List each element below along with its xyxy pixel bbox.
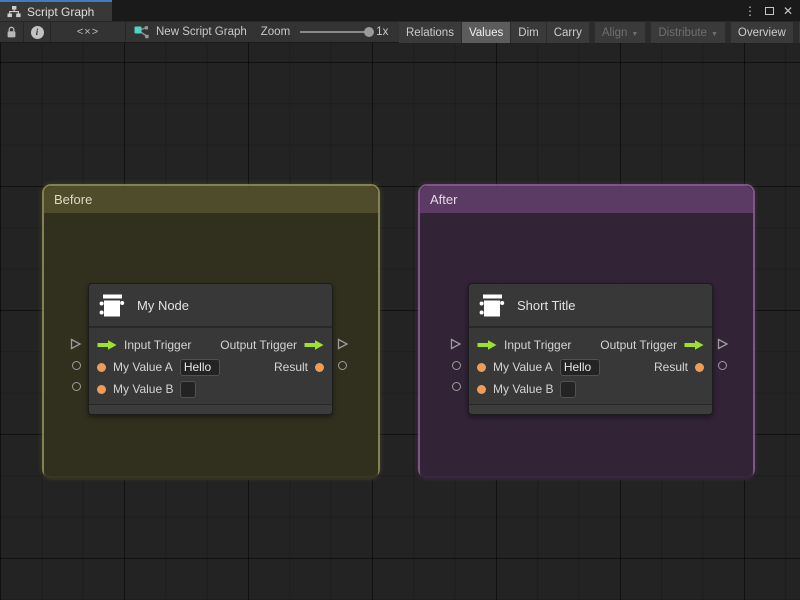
external-flow-out-port[interactable]: [336, 337, 349, 356]
value-port-icon[interactable]: [97, 384, 106, 394]
value-b-label: My Value B: [113, 382, 174, 396]
graph-breadcrumb[interactable]: New Script Graph: [126, 25, 247, 39]
group-after-header[interactable]: After: [420, 186, 753, 213]
relations-button[interactable]: Relations: [399, 22, 461, 44]
result-label: Result: [273, 360, 308, 374]
dim-button[interactable]: Dim: [511, 22, 546, 44]
graph-canvas[interactable]: Before After My Node Input Trigger Outpu…: [0, 43, 800, 600]
external-result-port[interactable]: [718, 361, 727, 370]
node-header[interactable]: Short Title: [469, 284, 712, 328]
node-my-node[interactable]: My Node Input Trigger Output Trigger My …: [88, 283, 333, 415]
value-port-icon[interactable]: [97, 362, 106, 372]
zoom-slider-track[interactable]: [300, 27, 375, 37]
value-b-row: My Value B: [89, 378, 332, 400]
unit-node-icon: [98, 292, 125, 319]
chevron-down-icon: ▼: [631, 30, 639, 38]
group-title: After: [430, 192, 458, 207]
dim-label: Dim: [518, 27, 539, 39]
group-before-header[interactable]: Before: [44, 186, 378, 213]
value-port-icon[interactable]: [477, 384, 486, 394]
value-a-input[interactable]: [559, 358, 600, 376]
info-icon: i: [30, 25, 44, 39]
zoom-label: Zoom: [260, 26, 291, 38]
align-label: Align: [601, 27, 628, 39]
overview-label: Overview: [737, 27, 786, 39]
output-trigger-label: Output Trigger: [600, 338, 677, 352]
node-footer: [469, 404, 712, 414]
trigger-row: Input Trigger Output Trigger: [89, 334, 332, 356]
input-trigger-label: Input Trigger: [504, 338, 572, 352]
external-result-port[interactable]: [338, 361, 347, 370]
toolbar-toggle-group: Relations Values Dim Carry Align ▼ Distr…: [399, 22, 800, 44]
tab-title: Script Graph: [27, 4, 95, 19]
trigger-row: Input Trigger Output Trigger: [469, 334, 712, 356]
node-body: Input Trigger Output Trigger My Value A: [469, 328, 712, 404]
external-value-a-port[interactable]: [72, 361, 81, 370]
node-title: Short Title: [517, 297, 576, 313]
maximize-icon[interactable]: [764, 6, 774, 15]
carry-button[interactable]: Carry: [546, 22, 589, 44]
window-controls: ⋮ ✕: [744, 0, 800, 21]
external-flow-out-port[interactable]: [716, 337, 729, 356]
external-flow-in-port[interactable]: [69, 337, 82, 356]
result-port-icon[interactable]: [315, 362, 324, 372]
relations-label: Relations: [406, 27, 454, 39]
value-a-row: My Value A Result: [469, 356, 712, 378]
graph-name-label: New Script Graph: [156, 26, 247, 38]
unit-node-icon: [478, 292, 505, 319]
node-footer: [89, 404, 332, 414]
code-icon: <×>: [76, 26, 100, 38]
flow-in-arrow-icon[interactable]: [97, 339, 117, 351]
value-b-input[interactable]: [560, 380, 577, 398]
values-label: Values: [468, 27, 504, 39]
script-graph-window: Script Graph ⋮ ✕ i <×> New Script Graph …: [0, 0, 800, 600]
zoom-control: Zoom 1x: [261, 26, 389, 38]
align-dropdown[interactable]: Align ▼: [594, 22, 646, 44]
input-trigger-label: Input Trigger: [124, 338, 192, 352]
output-trigger-label: Output Trigger: [220, 338, 297, 352]
value-a-label: My Value A: [113, 360, 173, 374]
node-body: Input Trigger Output Trigger My Value A: [89, 328, 332, 404]
node-short-title[interactable]: Short Title Input Trigger Output Trigger: [468, 283, 713, 415]
tab-bar: Script Graph ⋮ ✕: [0, 0, 800, 21]
external-value-a-port[interactable]: [452, 361, 461, 370]
flow-in-arrow-icon[interactable]: [477, 339, 497, 351]
flow-out-arrow-icon[interactable]: [684, 339, 704, 351]
value-port-icon[interactable]: [477, 362, 486, 372]
flow-out-arrow-icon[interactable]: [304, 339, 324, 351]
script-graph-icon: [134, 25, 149, 39]
value-a-row: My Value A Result: [89, 356, 332, 378]
chevron-down-icon: ▼: [710, 30, 718, 38]
result-label: Result: [653, 360, 688, 374]
graph-hierarchy-icon: [7, 5, 21, 18]
value-b-input[interactable]: [180, 380, 197, 398]
node-header[interactable]: My Node: [89, 284, 332, 328]
node-title: My Node: [137, 297, 190, 313]
lock-button[interactable]: [0, 22, 23, 42]
distribute-label: Distribute: [658, 27, 707, 39]
window-menu-icon[interactable]: ⋮: [744, 5, 756, 17]
lock-icon: [7, 26, 16, 37]
info-button[interactable]: i: [24, 22, 50, 42]
result-port-icon[interactable]: [695, 362, 704, 372]
value-a-label: My Value A: [493, 360, 553, 374]
distribute-dropdown[interactable]: Distribute ▼: [651, 22, 725, 44]
external-flow-in-port[interactable]: [449, 337, 462, 356]
external-value-b-port[interactable]: [72, 382, 81, 391]
values-button[interactable]: Values: [461, 22, 511, 44]
graph-toolbar: i <×> New Script Graph Zoom 1x Relations…: [0, 21, 800, 44]
zoom-value: 1x: [376, 26, 389, 38]
code-preview-button[interactable]: <×>: [51, 22, 125, 42]
close-icon[interactable]: ✕: [783, 5, 793, 17]
overview-button[interactable]: Overview: [730, 22, 793, 44]
value-a-input[interactable]: [179, 358, 220, 376]
tab-script-graph[interactable]: Script Graph: [0, 0, 112, 21]
carry-label: Carry: [553, 27, 582, 39]
external-value-b-port[interactable]: [452, 382, 461, 391]
group-title: Before: [54, 192, 93, 207]
value-b-row: My Value B: [469, 378, 712, 400]
value-b-label: My Value B: [493, 382, 554, 396]
zoom-slider-handle[interactable]: [364, 27, 375, 37]
